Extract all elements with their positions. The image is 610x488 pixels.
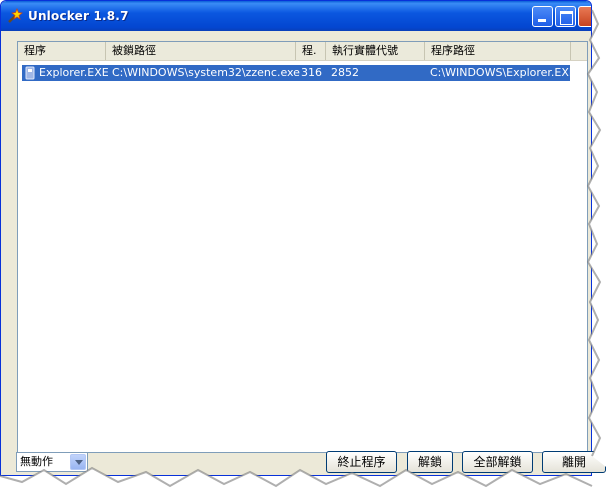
column-header-locked-path[interactable]: 被鎖路徑 xyxy=(106,42,296,60)
process-list[interactable]: 程序 被鎖路徑 程. 執行實體代號 程序路徑 Explorer.EXE C:\W… xyxy=(17,41,588,453)
maximize-button[interactable] xyxy=(555,6,576,27)
action-select[interactable]: 無動作 xyxy=(16,452,88,472)
close-button[interactable] xyxy=(578,6,591,27)
process-icon xyxy=(25,66,35,80)
kill-process-button[interactable]: 終止程序 xyxy=(326,451,397,473)
cell-handle: 2852 xyxy=(331,66,359,79)
chevron-down-icon[interactable] xyxy=(70,454,86,470)
column-header-pid[interactable]: 程. xyxy=(296,42,326,60)
column-header-handle[interactable]: 執行實體代號 xyxy=(326,42,425,60)
cell-process-path: C:\WINDOWS\Explorer.EXE xyxy=(430,66,570,79)
quit-button[interactable]: 離開 xyxy=(542,451,606,473)
wand-icon xyxy=(8,7,23,23)
table-row[interactable]: Explorer.EXE C:\WINDOWS\system32\zzenc.e… xyxy=(22,65,570,81)
unlocker-window: Unlocker 1.8.7 程序 被鎖路徑 程. 執行實體代號 程序路徑 Ex… xyxy=(0,0,592,476)
list-header: 程序 被鎖路徑 程. 執行實體代號 程序路徑 xyxy=(18,42,587,61)
minimize-button[interactable] xyxy=(532,6,553,27)
window-title: Unlocker 1.8.7 xyxy=(28,9,129,23)
cell-process: Explorer.EXE xyxy=(39,66,109,79)
footer-bar: 無動作 終止程序 解鎖 全部解鎖 離開 xyxy=(0,446,610,488)
title-bar[interactable]: Unlocker 1.8.7 xyxy=(1,1,591,31)
action-select-value: 無動作 xyxy=(20,455,53,468)
unlock-all-button[interactable]: 全部解鎖 xyxy=(462,451,533,473)
cell-pid: 316 xyxy=(301,66,322,79)
unlock-button[interactable]: 解鎖 xyxy=(407,451,453,473)
column-header-process[interactable]: 程序 xyxy=(18,42,106,60)
column-header-process-path[interactable]: 程序路徑 xyxy=(425,42,571,60)
cell-locked-path: C:\WINDOWS\system32\zzenc.exe xyxy=(112,66,300,79)
